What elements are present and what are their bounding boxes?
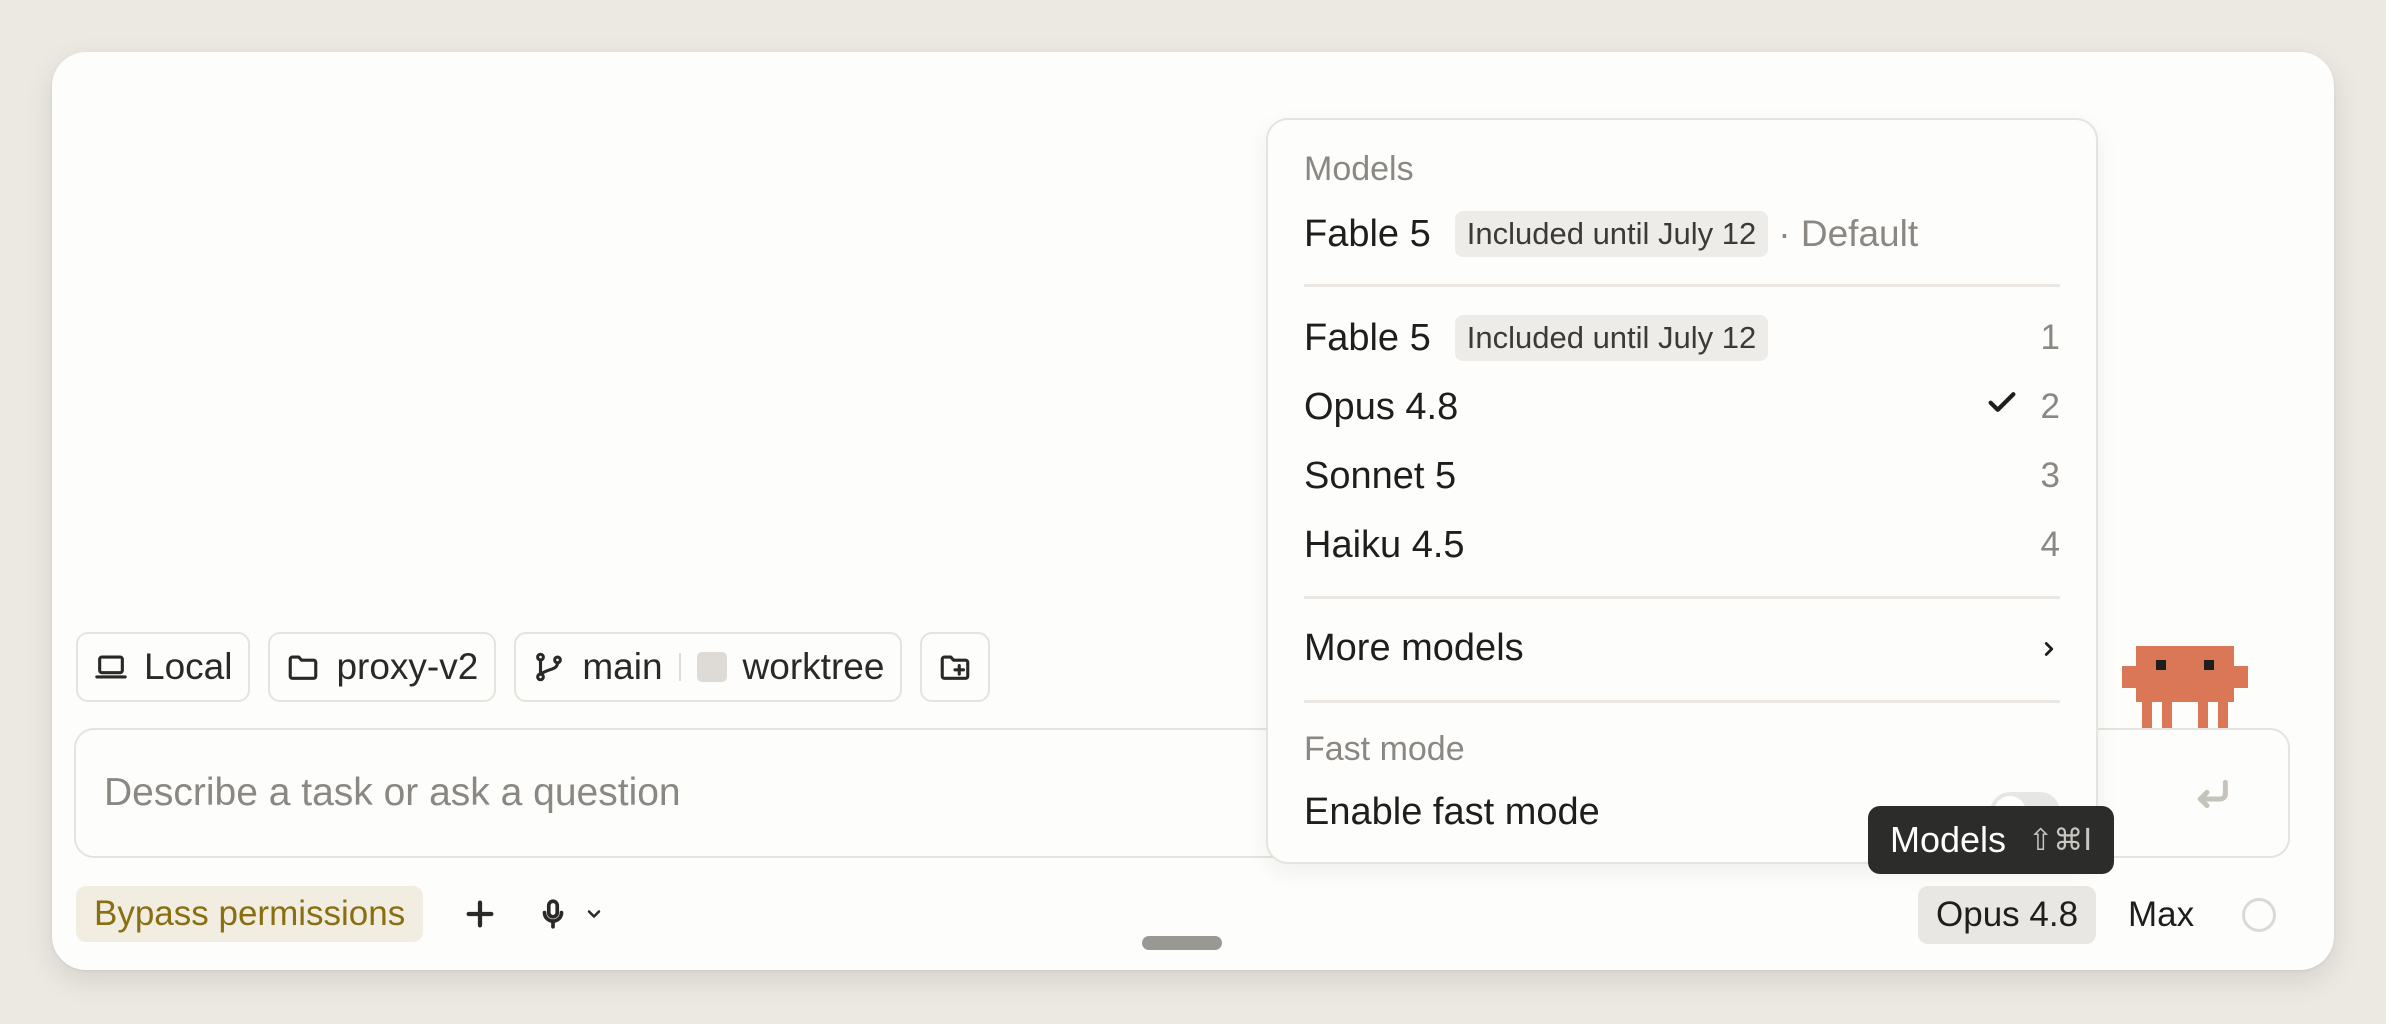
menu-divider bbox=[1304, 700, 2060, 703]
tooltip-shortcut: ⇧⌘I bbox=[2028, 822, 2093, 858]
voice-input-button[interactable] bbox=[536, 892, 604, 936]
effort-selector-button[interactable]: Max bbox=[2128, 886, 2194, 944]
more-models-label: More models bbox=[1304, 626, 1524, 669]
default-model-badge: Included until July 12 bbox=[1454, 211, 1769, 257]
chip-divider bbox=[678, 653, 681, 681]
environment-chip[interactable]: Local bbox=[76, 632, 251, 702]
add-folder-button[interactable] bbox=[920, 632, 991, 702]
model-item-label: Sonnet 5 bbox=[1304, 454, 1457, 497]
project-chip[interactable]: proxy-v2 bbox=[268, 632, 497, 702]
laptop-icon bbox=[95, 655, 127, 679]
model-item-haiku-4-5[interactable]: Haiku 4.5 4 bbox=[1304, 515, 2060, 575]
fast-mode-section-title: Fast mode bbox=[1304, 730, 1465, 768]
model-item-badge: Included until July 12 bbox=[1454, 315, 1769, 361]
model-item-label: Opus 4.8 bbox=[1304, 385, 1459, 428]
model-item-opus-4-8[interactable]: Opus 4.8 2 bbox=[1304, 377, 2060, 437]
chevron-down-icon bbox=[587, 910, 601, 918]
model-item-fable-5[interactable]: Fable 5 Included until July 12 1 bbox=[1304, 308, 2060, 368]
more-models-item[interactable]: More models bbox=[1304, 618, 2060, 678]
branch-chip[interactable]: main worktree bbox=[514, 632, 903, 702]
prompt-input[interactable] bbox=[104, 762, 1204, 824]
default-model-suffix: · Default bbox=[1778, 213, 1919, 254]
chevron-right-icon bbox=[2038, 627, 2060, 670]
model-selector-button[interactable]: Opus 4.8 bbox=[1918, 886, 2097, 944]
git-branch-icon bbox=[536, 652, 563, 682]
menu-divider bbox=[1304, 596, 2060, 599]
worktree-label: worktree bbox=[742, 646, 885, 687]
project-label: proxy-v2 bbox=[336, 646, 479, 687]
enter-icon bbox=[2197, 779, 2228, 809]
plus-icon bbox=[466, 900, 494, 928]
menu-divider bbox=[1304, 284, 2060, 287]
submit-button[interactable] bbox=[2192, 774, 2232, 814]
model-item-label: Fable 5 bbox=[1304, 316, 1431, 359]
folder-plus-icon bbox=[941, 655, 970, 680]
model-item-label: Haiku 4.5 bbox=[1304, 523, 1465, 566]
tooltip-label: Models bbox=[1890, 819, 2007, 860]
branch-label: main bbox=[582, 646, 663, 687]
fast-mode-label: Enable fast mode bbox=[1304, 790, 1600, 833]
context-usage-indicator[interactable] bbox=[2242, 898, 2276, 932]
microphone-icon bbox=[542, 899, 564, 929]
model-item-shortcut: 4 bbox=[2040, 525, 2060, 564]
model-item-shortcut: 2 bbox=[2040, 387, 2060, 426]
models-tooltip: Models ⇧⌘I bbox=[1868, 806, 2115, 874]
permissions-mode-button[interactable]: Bypass permissions bbox=[76, 886, 424, 942]
worktree-swatch-icon bbox=[696, 652, 727, 682]
default-model-row[interactable]: Fable 5 Included until July 12 · Default bbox=[1304, 204, 2060, 264]
model-item-shortcut: 1 bbox=[2040, 318, 2060, 357]
environment-label: Local bbox=[144, 646, 233, 687]
models-section-title: Models bbox=[1304, 150, 1414, 188]
model-item-shortcut: 3 bbox=[2040, 456, 2060, 495]
model-menu: Models Fable 5 Included until July 12 · … bbox=[1266, 118, 2098, 864]
context-chips: Local proxy-v2 main worktree bbox=[76, 632, 991, 702]
default-model-name: Fable 5 bbox=[1304, 212, 1431, 255]
checkmark-icon bbox=[1985, 385, 2019, 429]
resize-handle[interactable] bbox=[1142, 936, 1222, 950]
folder-icon bbox=[289, 655, 318, 680]
mascot-icon bbox=[2122, 646, 2248, 730]
model-item-sonnet-5[interactable]: Sonnet 5 3 bbox=[1304, 446, 2060, 506]
add-attachment-button[interactable] bbox=[458, 892, 502, 936]
